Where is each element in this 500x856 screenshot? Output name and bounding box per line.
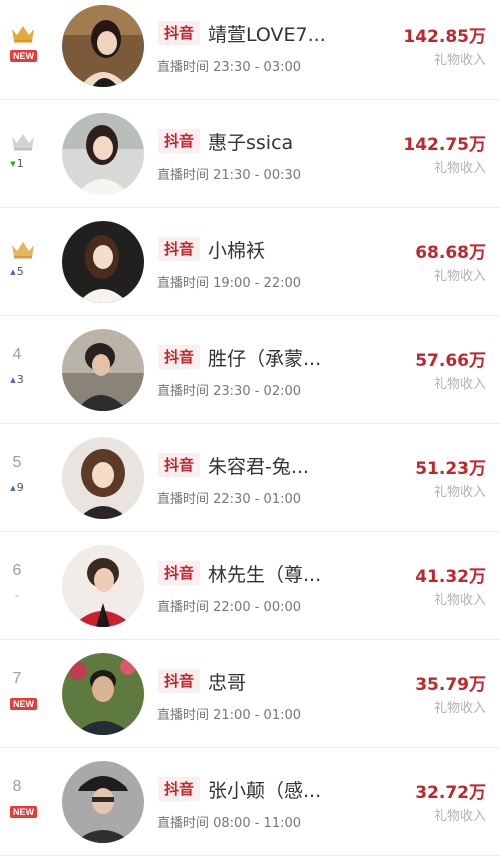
ranking-row[interactable]: ▲5 抖音 小棉袄 直播时间 19:00 - 22:00 68.68万 礼物收入 (0, 208, 500, 316)
rank-change-value: 1 (16, 157, 24, 170)
gift-income-value: 35.79万 (415, 675, 486, 695)
streamer-name[interactable]: 忠哥 (208, 668, 246, 695)
ranking-list: NEW 抖音 靖萱LOVE7... 直播时间 23:30 - 03:00 142… (0, 0, 500, 856)
rank-change: ▼1 (0, 158, 34, 170)
rank-up-icon: ▲ (10, 484, 16, 492)
ranking-row[interactable]: 6 - 抖音 林先生（尊... 直播时间 22:00 - 00:00 41.32… (0, 532, 500, 640)
gift-income-label: 礼物收入 (433, 269, 486, 284)
rank-change-value: - (15, 589, 19, 602)
ranking-row[interactable]: 5 ▲9 抖音 朱容君-兔... 直播时间 22:30 - 01:00 51.2… (0, 424, 500, 532)
gift-income-value: 51.23万 (415, 459, 486, 479)
rank-up-icon: ▲ (10, 268, 16, 276)
gift-income-value: 41.32万 (415, 567, 486, 587)
ranking-row[interactable]: NEW 抖音 靖萱LOVE7... 直播时间 23:30 - 03:00 142… (0, 0, 500, 100)
platform-tag: 抖音 (158, 777, 201, 801)
rank-number: 8 (12, 778, 22, 795)
stream-time: 直播时间 23:30 - 03:00 (157, 60, 302, 75)
rank-change: ▲9 (0, 482, 34, 494)
crown-gold-icon (11, 25, 35, 43)
stream-time: 直播时间 08:00 - 11:00 (157, 816, 302, 831)
rank-change-value: 9 (16, 481, 24, 494)
avatar[interactable] (62, 113, 144, 195)
gift-income-label: 礼物收入 (433, 53, 486, 68)
gift-income-value: 32.72万 (415, 783, 486, 803)
rank-number: 5 (12, 454, 22, 471)
rank-indicator: NEW (0, 0, 48, 100)
avatar[interactable] (62, 653, 144, 735)
ranking-row[interactable]: ▼1 抖音 惠子ssica 直播时间 21:30 - 00:30 142.75万… (0, 100, 500, 208)
platform-tag: 抖音 (158, 453, 201, 477)
gift-income-value: 68.68万 (415, 243, 486, 263)
gift-income-value: 142.85万 (403, 27, 486, 47)
streamer-name[interactable]: 张小颠（感... (208, 776, 321, 803)
rank-number: 4 (12, 346, 22, 363)
platform-tag: 抖音 (158, 21, 201, 45)
ranking-row[interactable]: 4 ▲3 抖音 胜仔（承蒙... 直播时间 23:30 - 02:00 57.6… (0, 316, 500, 424)
streamer-name[interactable]: 朱容君-兔... (208, 452, 309, 479)
rank-indicator: ▲5 (0, 208, 48, 316)
avatar[interactable] (62, 761, 144, 843)
gift-income-label: 礼物收入 (433, 809, 486, 824)
streamer-name[interactable]: 小棉袄 (208, 236, 265, 263)
crown-bronze-icon (11, 241, 35, 259)
gift-income-label: 礼物收入 (433, 485, 486, 500)
new-badge: NEW (10, 50, 37, 62)
avatar[interactable] (62, 545, 144, 627)
rank-indicator: 7 NEW (0, 640, 48, 748)
rank-indicator: 5 ▲9 (0, 424, 48, 532)
rank-indicator: 4 ▲3 (0, 316, 48, 424)
new-badge: NEW (10, 698, 37, 710)
rank-change: - (0, 590, 34, 602)
rank-number: 7 (12, 670, 22, 687)
new-badge: NEW (10, 806, 37, 818)
ranking-row[interactable]: 8 NEW 抖音 张小颠（感... 直播时间 08:00 - 11:00 32.… (0, 748, 500, 856)
rank-up-icon: ▲ (10, 376, 16, 384)
stream-time: 直播时间 21:30 - 00:30 (157, 168, 302, 183)
gift-income-label: 礼物收入 (433, 377, 486, 392)
stream-time: 直播时间 19:00 - 22:00 (157, 276, 302, 291)
rank-indicator: ▼1 (0, 100, 48, 208)
rank-change: ▲3 (0, 374, 34, 386)
rank-down-icon: ▼ (10, 160, 16, 168)
gift-income-label: 礼物收入 (433, 161, 486, 176)
platform-tag: 抖音 (158, 237, 201, 261)
stream-time: 直播时间 22:00 - 00:00 (157, 600, 302, 615)
avatar[interactable] (62, 437, 144, 519)
platform-tag: 抖音 (158, 345, 201, 369)
stream-time: 直播时间 22:30 - 01:00 (157, 492, 302, 507)
avatar[interactable] (62, 329, 144, 411)
rank-indicator: 8 NEW (0, 748, 48, 856)
rank-indicator: 6 - (0, 532, 48, 640)
stream-time: 直播时间 21:00 - 01:00 (157, 708, 302, 723)
streamer-name[interactable]: 靖萱LOVE7... (208, 20, 326, 47)
rank-change-value: 5 (16, 265, 24, 278)
platform-tag: 抖音 (158, 129, 201, 153)
ranking-row[interactable]: 7 NEW 抖音 忠哥 直播时间 21:00 - 01:00 35.79万 礼物… (0, 640, 500, 748)
streamer-name[interactable]: 惠子ssica (208, 128, 293, 155)
rank-change-value: 3 (16, 373, 24, 386)
crown-silver-icon (11, 133, 35, 151)
stream-time: 直播时间 23:30 - 02:00 (157, 384, 302, 399)
platform-tag: 抖音 (158, 561, 201, 585)
gift-income-value: 142.75万 (403, 135, 486, 155)
avatar[interactable] (62, 5, 144, 87)
rank-change: ▲5 (0, 266, 34, 278)
rank-number: 6 (12, 562, 22, 579)
gift-income-label: 礼物收入 (433, 593, 486, 608)
gift-income-label: 礼物收入 (433, 701, 486, 716)
avatar[interactable] (62, 221, 144, 303)
gift-income-value: 57.66万 (415, 351, 486, 371)
streamer-name[interactable]: 林先生（尊... (208, 560, 321, 587)
platform-tag: 抖音 (158, 669, 201, 693)
streamer-name[interactable]: 胜仔（承蒙... (208, 344, 321, 371)
